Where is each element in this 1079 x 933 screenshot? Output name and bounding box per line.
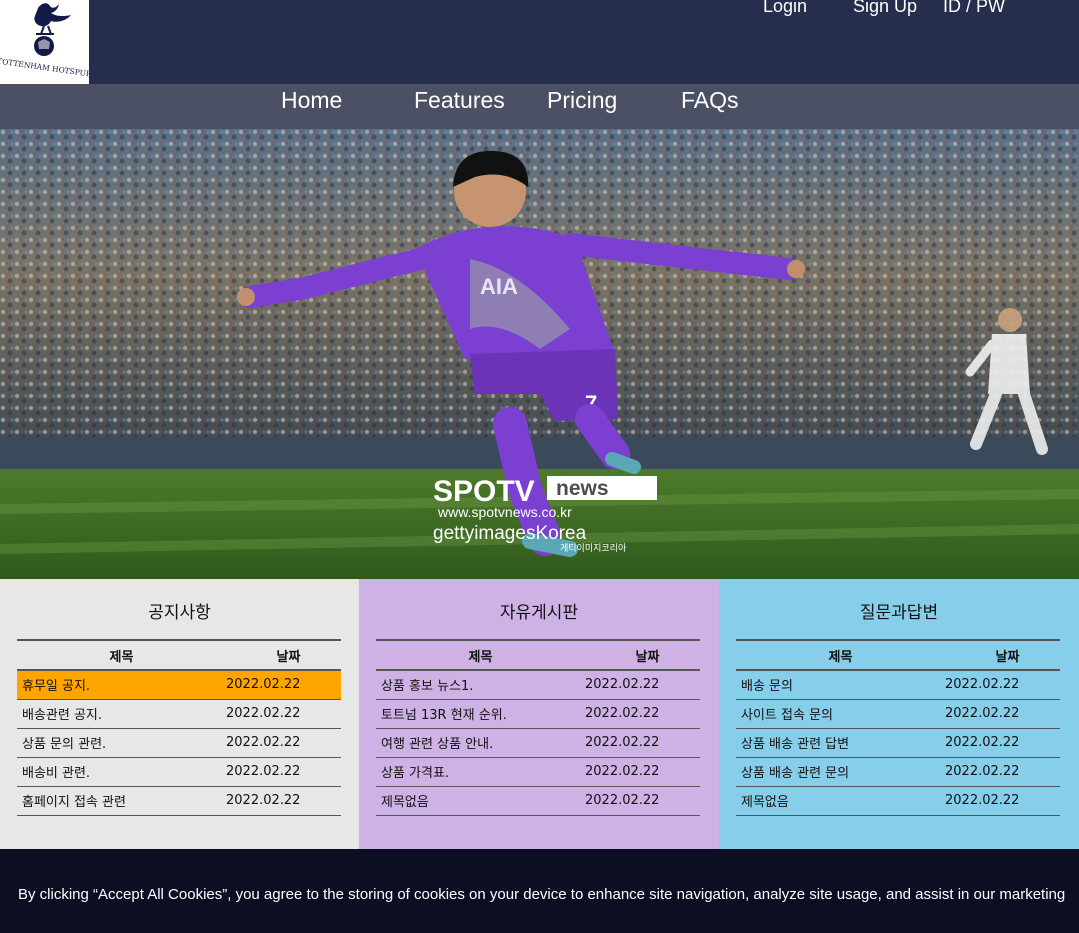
table-row[interactable]: 배송관련 공지. 2022.02.22 [17,699,341,729]
post-date: 2022.02.22 [945,757,1060,787]
sign-up-link[interactable]: Sign Up [853,0,917,17]
board-free: 자유게시판 제목 날짜 상품 홍보 뉴스1. 2022.02.22 토트넘 13R… [359,579,719,849]
post-title[interactable]: 배송관련 공지. [17,699,226,729]
board-qna: 질문과답변 제목 날짜 배송 문의 2022.02.22 사이트 접속 문의 202… [719,579,1079,849]
col-date: 날짜 [226,639,341,671]
board-title: 공지사항 [148,603,211,623]
col-date: 날짜 [585,639,700,671]
post-date: 2022.02.22 [226,699,341,729]
svg-text:gettyimagesKorea: gettyimagesKorea [433,523,587,544]
col-date: 날짜 [945,639,1060,671]
post-date: 2022.02.22 [945,786,1060,816]
post-title[interactable]: 상품 배송 관련 문의 [736,757,945,787]
site-header: TOTTENHAM HOTSPUR Login Sign Up ID / PW [0,0,1079,84]
table-row[interactable]: 배송비 관련. 2022.02.22 [17,757,341,787]
board-notice: 공지사항 제목 날짜 휴무일 공지. 2022.02.22 배송관련 공지. 202… [0,579,359,849]
table-row[interactable]: 배송 문의 2022.02.22 [736,670,1060,700]
main-nav: Home Features Pricing FAQs [0,84,1079,129]
post-title[interactable]: 배송비 관련. [17,757,226,787]
table-row[interactable]: 토트넘 13R 현재 순위. 2022.02.22 [376,699,700,729]
col-title: 제목 [17,639,226,671]
post-title[interactable]: 배송 문의 [736,670,945,700]
post-date: 2022.02.22 [945,728,1060,758]
post-title[interactable]: 상품 문의 관련. [17,728,226,758]
post-title[interactable]: 상품 배송 관련 답변 [736,728,945,758]
col-title: 제목 [376,639,585,671]
cookie-banner: By clicking “Accept All Cookies”, you ag… [0,849,1079,933]
club-logo[interactable]: TOTTENHAM HOTSPUR [0,0,89,84]
cockerel-logo-icon: TOTTENHAM HOTSPUR [0,3,89,79]
post-date: 2022.02.22 [585,670,700,700]
svg-text:게티이미지코리아: 게티이미지코리아 [560,543,627,554]
post-title[interactable]: 상품 가격표. [376,757,585,787]
table-row[interactable]: 상품 배송 관련 답변 2022.02.22 [736,728,1060,758]
login-link[interactable]: Login [763,0,807,17]
svg-text:TOTTENHAM HOTSPUR: TOTTENHAM HOTSPUR [0,56,89,78]
nav-pricing[interactable]: Pricing [547,87,617,114]
cookie-text: By clicking “Accept All Cookies”, you ag… [18,886,1066,903]
nav-features[interactable]: Features [414,87,505,114]
table-row[interactable]: 상품 문의 관련. 2022.02.22 [17,728,341,758]
find-id-pw-link[interactable]: ID / PW [943,0,1005,17]
table-row[interactable]: 여행 관련 상품 안내. 2022.02.22 [376,728,700,758]
table-row[interactable]: 홈페이지 접속 관련 2022.02.22 [17,786,341,816]
col-title: 제목 [736,639,945,671]
post-date: 2022.02.22 [226,728,341,758]
post-title[interactable]: 제목없음 [376,786,585,816]
post-title[interactable]: 여행 관련 상품 안내. [376,728,585,758]
nav-home[interactable]: Home [281,87,342,114]
post-title[interactable]: 사이트 접속 문의 [736,699,945,729]
post-date: 2022.02.22 [226,670,341,700]
table-row[interactable]: 상품 가격표. 2022.02.22 [376,757,700,787]
post-date: 2022.02.22 [585,757,700,787]
table-row[interactable]: 제목없음 2022.02.22 [736,786,1060,816]
table-row[interactable]: 상품 홍보 뉴스1. 2022.02.22 [376,670,700,700]
post-title[interactable]: 홈페이지 접속 관련 [17,786,226,816]
post-title[interactable]: 휴무일 공지. [17,670,226,700]
post-date: 2022.02.22 [226,757,341,787]
post-date: 2022.02.22 [945,699,1060,729]
post-title[interactable]: 토트넘 13R 현재 순위. [376,699,585,729]
table-row[interactable]: 상품 배송 관련 문의 2022.02.22 [736,757,1060,787]
board-table: 제목 날짜 배송 문의 2022.02.22 사이트 접속 문의 2022.02.2… [736,639,1060,816]
post-title[interactable]: 제목없음 [736,786,945,816]
board-table: 제목 날짜 휴무일 공지. 2022.02.22 배송관련 공지. 2022.02.… [17,639,341,816]
table-row[interactable]: 휴무일 공지. 2022.02.22 [17,670,341,700]
board-title: 질문과답변 [859,603,939,623]
hero-image: AIA 7 SPOTV news www.spotvnews.co.kr get… [0,129,1079,579]
board-title: 자유게시판 [499,603,579,623]
svg-text:www.spotvnews.co.kr: www.spotvnews.co.kr [437,504,572,520]
nav-faqs[interactable]: FAQs [681,87,739,114]
post-date: 2022.02.22 [945,670,1060,700]
post-date: 2022.02.22 [585,728,700,758]
post-date: 2022.02.22 [585,786,700,816]
board-table: 제목 날짜 상품 홍보 뉴스1. 2022.02.22 토트넘 13R 현재 순위… [376,639,700,816]
table-row[interactable]: 사이트 접속 문의 2022.02.22 [736,699,1060,729]
post-date: 2022.02.22 [226,786,341,816]
post-title[interactable]: 상품 홍보 뉴스1. [376,670,585,700]
football-player-photo: AIA 7 SPOTV news www.spotvnews.co.kr get… [0,129,1079,579]
svg-text:news: news [556,477,609,500]
table-row[interactable]: 제목없음 2022.02.22 [376,786,700,816]
svg-text:AIA: AIA [480,274,518,299]
post-date: 2022.02.22 [585,699,700,729]
